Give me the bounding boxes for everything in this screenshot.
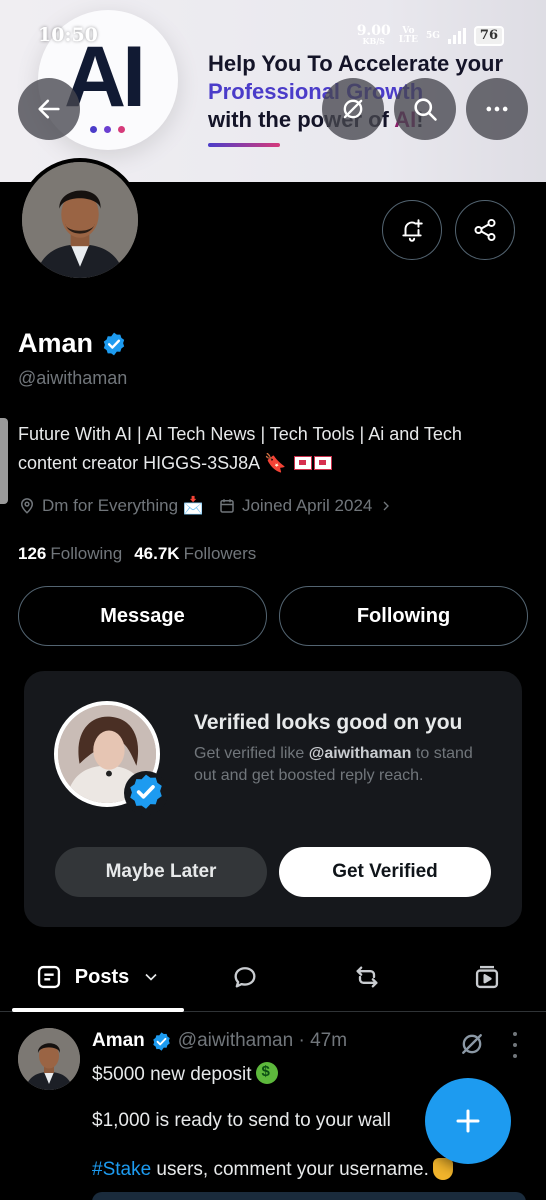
followers-stat[interactable]: 46.7K Followers bbox=[134, 544, 256, 564]
search-icon bbox=[414, 98, 437, 121]
post-author-name[interactable]: Aman bbox=[92, 1030, 145, 1052]
tab-posts[interactable]: Posts bbox=[18, 944, 178, 1010]
status-time: 10:50 bbox=[38, 24, 98, 46]
media-icon bbox=[475, 965, 499, 989]
profile-meta: Dm for Everything 📩 Joined April 2024 bbox=[18, 496, 394, 516]
card-title: Verified looks good on you bbox=[194, 711, 463, 734]
grok-button[interactable] bbox=[322, 78, 384, 140]
banner-underline bbox=[208, 143, 280, 147]
status-indicators: 9.00 KB/S Vo LTE 5G 76 bbox=[356, 23, 504, 46]
post-author-avatar[interactable] bbox=[18, 1028, 80, 1090]
profile-name-row: Aman bbox=[18, 328, 127, 359]
profile-photo bbox=[22, 162, 138, 278]
tab-active-indicator bbox=[12, 1008, 184, 1012]
tab-posts-label: Posts bbox=[74, 965, 130, 988]
profile-name: Aman bbox=[18, 328, 94, 358]
repost-icon bbox=[356, 966, 378, 988]
post-author-photo bbox=[18, 1028, 80, 1090]
profile-joined[interactable]: Joined April 2024 bbox=[218, 496, 394, 516]
post-more-options[interactable] bbox=[508, 1032, 522, 1058]
tab-reposts[interactable] bbox=[336, 944, 398, 1010]
get-verified-card: Verified looks good on you Get verified … bbox=[24, 671, 522, 927]
posts-list-icon bbox=[37, 965, 60, 989]
profile-bio: Future With AI | AI Tech News | Tech Too… bbox=[18, 420, 518, 478]
post-media-preview[interactable] bbox=[92, 1192, 526, 1200]
battery-indicator: 76 bbox=[473, 26, 504, 46]
share-icon bbox=[474, 218, 496, 242]
post-hashtag[interactable]: #Stake bbox=[92, 1159, 151, 1180]
post-text-line-1: $5000 new deposit bbox=[92, 1062, 278, 1086]
following-button[interactable]: Following bbox=[279, 586, 528, 646]
chevron-down-icon bbox=[145, 973, 157, 981]
follow-stats: 126 Following 46.7K Followers bbox=[18, 544, 256, 564]
post-text-line-3: #Stake users, comment your username. bbox=[92, 1158, 453, 1181]
notifications-button[interactable] bbox=[382, 200, 442, 260]
profile-tabs: Posts bbox=[0, 944, 546, 1012]
volte-indicator: Vo LTE bbox=[398, 26, 418, 45]
chevron-right-icon bbox=[383, 501, 390, 511]
location-pin-icon bbox=[20, 498, 34, 514]
bio-line-2: content creator HIGGS-3SJ8A 🔖 bbox=[18, 449, 518, 478]
back-button[interactable] bbox=[18, 78, 80, 140]
profile-avatar[interactable] bbox=[18, 158, 142, 282]
envelope-emoji-icon bbox=[313, 456, 332, 470]
profile-handle: @aiwithaman bbox=[18, 368, 128, 388]
following-stat[interactable]: 126 Following bbox=[18, 544, 122, 564]
more-icon bbox=[486, 106, 508, 112]
tab-replies[interactable] bbox=[214, 944, 276, 1010]
compose-plus-icon bbox=[456, 1109, 480, 1133]
share-button[interactable] bbox=[455, 200, 515, 260]
post-header: Aman @aiwithaman · 47m bbox=[92, 1030, 347, 1052]
post-handle-time: @aiwithaman · 47m bbox=[177, 1030, 348, 1051]
reply-bubble-icon bbox=[234, 967, 256, 988]
network-type: 5G bbox=[425, 31, 440, 41]
search-button[interactable] bbox=[394, 78, 456, 140]
back-arrow-icon bbox=[38, 99, 60, 119]
notification-bell-icon bbox=[402, 219, 423, 242]
message-button[interactable]: Message bbox=[18, 586, 267, 646]
bio-line-1: Future With AI | AI Tech News | Tech Too… bbox=[18, 424, 462, 444]
compose-post-button[interactable] bbox=[425, 1078, 511, 1164]
status-bar: 10:50 9.00 KB/S Vo LTE 5G 76 bbox=[0, 0, 546, 70]
banner-logo-dots bbox=[90, 126, 125, 133]
network-speed: 9.00 KB/S bbox=[356, 23, 391, 46]
grok-icon[interactable] bbox=[458, 1030, 486, 1058]
profile-location: Dm for Everything 📩 bbox=[18, 496, 204, 516]
calendar-icon bbox=[220, 499, 234, 513]
verified-badge-icon[interactable] bbox=[101, 331, 127, 357]
money-face-emoji-icon bbox=[255, 1062, 278, 1084]
get-verified-button[interactable]: Get Verified bbox=[279, 847, 491, 897]
envelope-emoji-icon bbox=[293, 456, 312, 470]
tab-media[interactable] bbox=[456, 944, 518, 1010]
more-options-button[interactable] bbox=[466, 78, 528, 140]
signal-icon bbox=[447, 28, 466, 44]
maybe-later-button[interactable]: Maybe Later bbox=[55, 847, 267, 897]
pointing-down-emoji-icon bbox=[432, 1158, 453, 1180]
scrollbar[interactable] bbox=[0, 418, 8, 504]
card-description: Get verified like @aiwithaman to stand o… bbox=[194, 745, 473, 784]
grok-icon bbox=[343, 99, 363, 119]
verified-badge-icon bbox=[124, 771, 168, 815]
verified-badge-icon bbox=[153, 1031, 170, 1051]
post-text-line-2: $1,000 is ready to send to your wall bbox=[92, 1110, 391, 1131]
